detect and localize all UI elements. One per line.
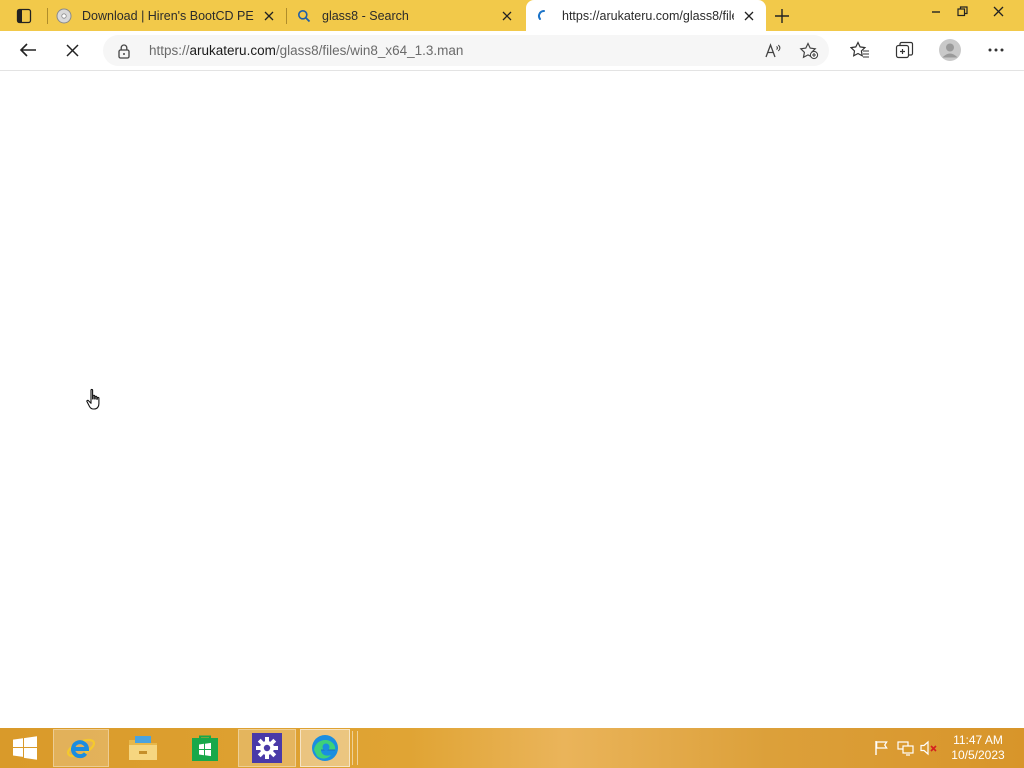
url-host: arukateru.com <box>189 43 276 58</box>
file-explorer-icon <box>129 736 157 760</box>
favorites-icon <box>850 41 869 58</box>
tab-title: glass8 - Search <box>322 8 409 23</box>
close-icon <box>502 11 512 21</box>
tab-actions-icon <box>16 8 32 24</box>
settings-taskbar-button[interactable] <box>238 729 296 767</box>
loading-spinner-icon <box>536 8 552 24</box>
favorites-button[interactable] <box>845 35 875 65</box>
volume-muted-icon[interactable] <box>920 740 938 756</box>
hand-cursor-icon <box>86 388 104 419</box>
close-tab-button[interactable] <box>260 7 278 25</box>
collections-button[interactable] <box>889 35 919 65</box>
tab-glass8-search[interactable]: glass8 - Search <box>296 0 524 31</box>
browser-toolbar: https://arukateru.com/glass8/files/win8_… <box>0 31 1024 71</box>
clock-date: 10/5/2023 <box>951 748 1005 762</box>
search-icon <box>296 8 312 24</box>
store-icon <box>192 735 218 761</box>
minimize-icon <box>932 11 940 13</box>
more-button[interactable] <box>981 35 1011 65</box>
plus-icon <box>775 9 789 23</box>
address-bar[interactable]: https://arukateru.com/glass8/files/win8_… <box>103 35 829 66</box>
new-tab-button[interactable] <box>770 4 794 28</box>
tab-hirens-bootcd[interactable]: Download | Hiren's BootCD PE <box>56 0 286 31</box>
tab-title: https://arukateru.com/glass8/file <box>562 8 734 23</box>
page-content[interactable] <box>0 71 1024 728</box>
taskbar-clock[interactable]: 11:47 AM 10/5/2023 <box>948 733 1008 763</box>
stop-loading-button[interactable] <box>57 35 87 65</box>
tab-separator <box>47 8 48 24</box>
more-icon <box>988 48 1004 52</box>
stop-loading-icon <box>65 43 79 57</box>
profile-icon <box>939 39 961 61</box>
edge-icon <box>312 735 338 761</box>
tab-strip: Download | Hiren's BootCD PE glass8 - Se… <box>0 0 1024 31</box>
url-text[interactable]: https://arukateru.com/glass8/files/win8_… <box>149 43 463 58</box>
back-icon <box>19 43 36 57</box>
tab-title: Download | Hiren's BootCD PE <box>82 8 254 23</box>
close-window-button[interactable] <box>981 0 1015 22</box>
taskbar: 11:47 AM 10/5/2023 <box>0 728 1024 768</box>
store-taskbar-button[interactable] <box>176 729 234 767</box>
close-tab-button[interactable] <box>740 7 758 25</box>
close-tab-button[interactable] <box>498 7 516 25</box>
start-icon <box>13 736 37 760</box>
add-favorite-icon[interactable] <box>797 39 821 63</box>
close-icon <box>744 11 754 21</box>
tab-separator <box>286 8 287 24</box>
start-button[interactable] <box>0 729 50 767</box>
url-path: /glass8/files/win8_x64_1.3.man <box>275 43 464 58</box>
close-icon <box>993 6 1003 16</box>
network-icon[interactable] <box>897 740 915 756</box>
url-scheme: https:// <box>149 43 190 58</box>
action-center-flag-icon[interactable] <box>873 740 891 756</box>
internet-explorer-icon <box>66 738 96 759</box>
tab-actions-button[interactable] <box>12 6 36 26</box>
taskbar-divider <box>352 731 358 765</box>
read-aloud-icon[interactable] <box>761 39 785 63</box>
restore-button[interactable] <box>945 0 979 22</box>
restore-icon <box>956 5 968 16</box>
collections-icon <box>895 41 913 59</box>
edge-taskbar-button[interactable] <box>300 729 350 767</box>
internet-explorer-taskbar-button[interactable] <box>53 729 109 767</box>
settings-icon <box>252 733 282 763</box>
tab-arukateru-active[interactable]: https://arukateru.com/glass8/file <box>526 0 766 31</box>
back-button[interactable] <box>13 35 43 65</box>
clock-time: 11:47 AM <box>953 733 1003 747</box>
file-explorer-taskbar-button[interactable] <box>114 729 172 767</box>
close-icon <box>264 11 274 21</box>
profile-button[interactable] <box>935 35 965 65</box>
disc-icon <box>56 8 72 24</box>
lock-icon[interactable] <box>117 43 133 59</box>
